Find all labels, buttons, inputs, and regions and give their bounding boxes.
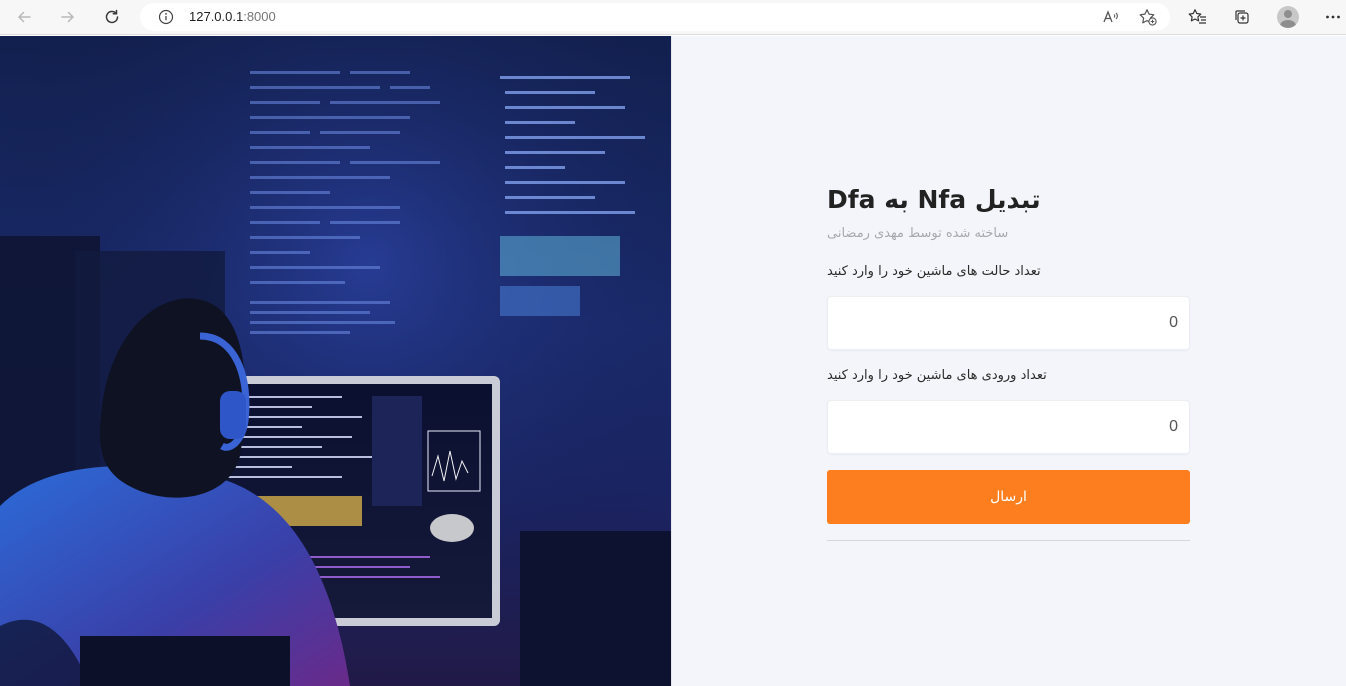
page-title: تبدیل Nfa به Dfa [827,185,1041,214]
read-aloud-icon[interactable] [1102,8,1120,30]
divider [827,540,1190,541]
states-count-input[interactable] [827,296,1190,350]
info-icon[interactable] [158,9,174,29]
forward-arrow-icon[interactable] [54,4,82,30]
back-arrow-icon[interactable] [10,4,38,30]
form-panel: تبدیل Nfa به Dfa ساخته شده توسط مهدی رمض… [671,36,1346,686]
hero-illustration-svg [0,36,671,686]
star-add-icon[interactable] [1138,8,1158,30]
page-content: تبدیل Nfa به Dfa ساخته شده توسط مهدی رمض… [0,36,1346,686]
inputs-count-input[interactable] [827,400,1190,454]
states-count-label: تعداد حالت های ماشین خود را وارد کنید [827,264,1041,279]
reload-icon[interactable] [98,4,126,30]
url-text[interactable]: 127.0.0.1:8000 [189,9,276,24]
collections-icon[interactable] [1228,4,1256,30]
more-menu-icon[interactable] [1319,4,1346,30]
url-port: :8000 [243,9,276,24]
inputs-count-label: تعداد ورودی های ماشین خود را وارد کنید [827,368,1047,383]
page-subtitle: ساخته شده توسط مهدی رمضانی [827,226,1009,241]
favorites-icon[interactable] [1184,4,1212,30]
profile-avatar[interactable] [1274,4,1302,30]
person-at-computer-illustration [0,36,671,686]
avatar [1277,6,1299,28]
browser-toolbar: 127.0.0.1:8000 [0,0,1346,35]
conversion-form: تبدیل Nfa به Dfa ساخته شده توسط مهدی رمض… [827,180,1190,541]
address-bar[interactable]: 127.0.0.1:8000 [140,3,1170,31]
submit-button[interactable]: ارسال [827,470,1190,524]
url-host: 127.0.0.1 [189,9,244,24]
